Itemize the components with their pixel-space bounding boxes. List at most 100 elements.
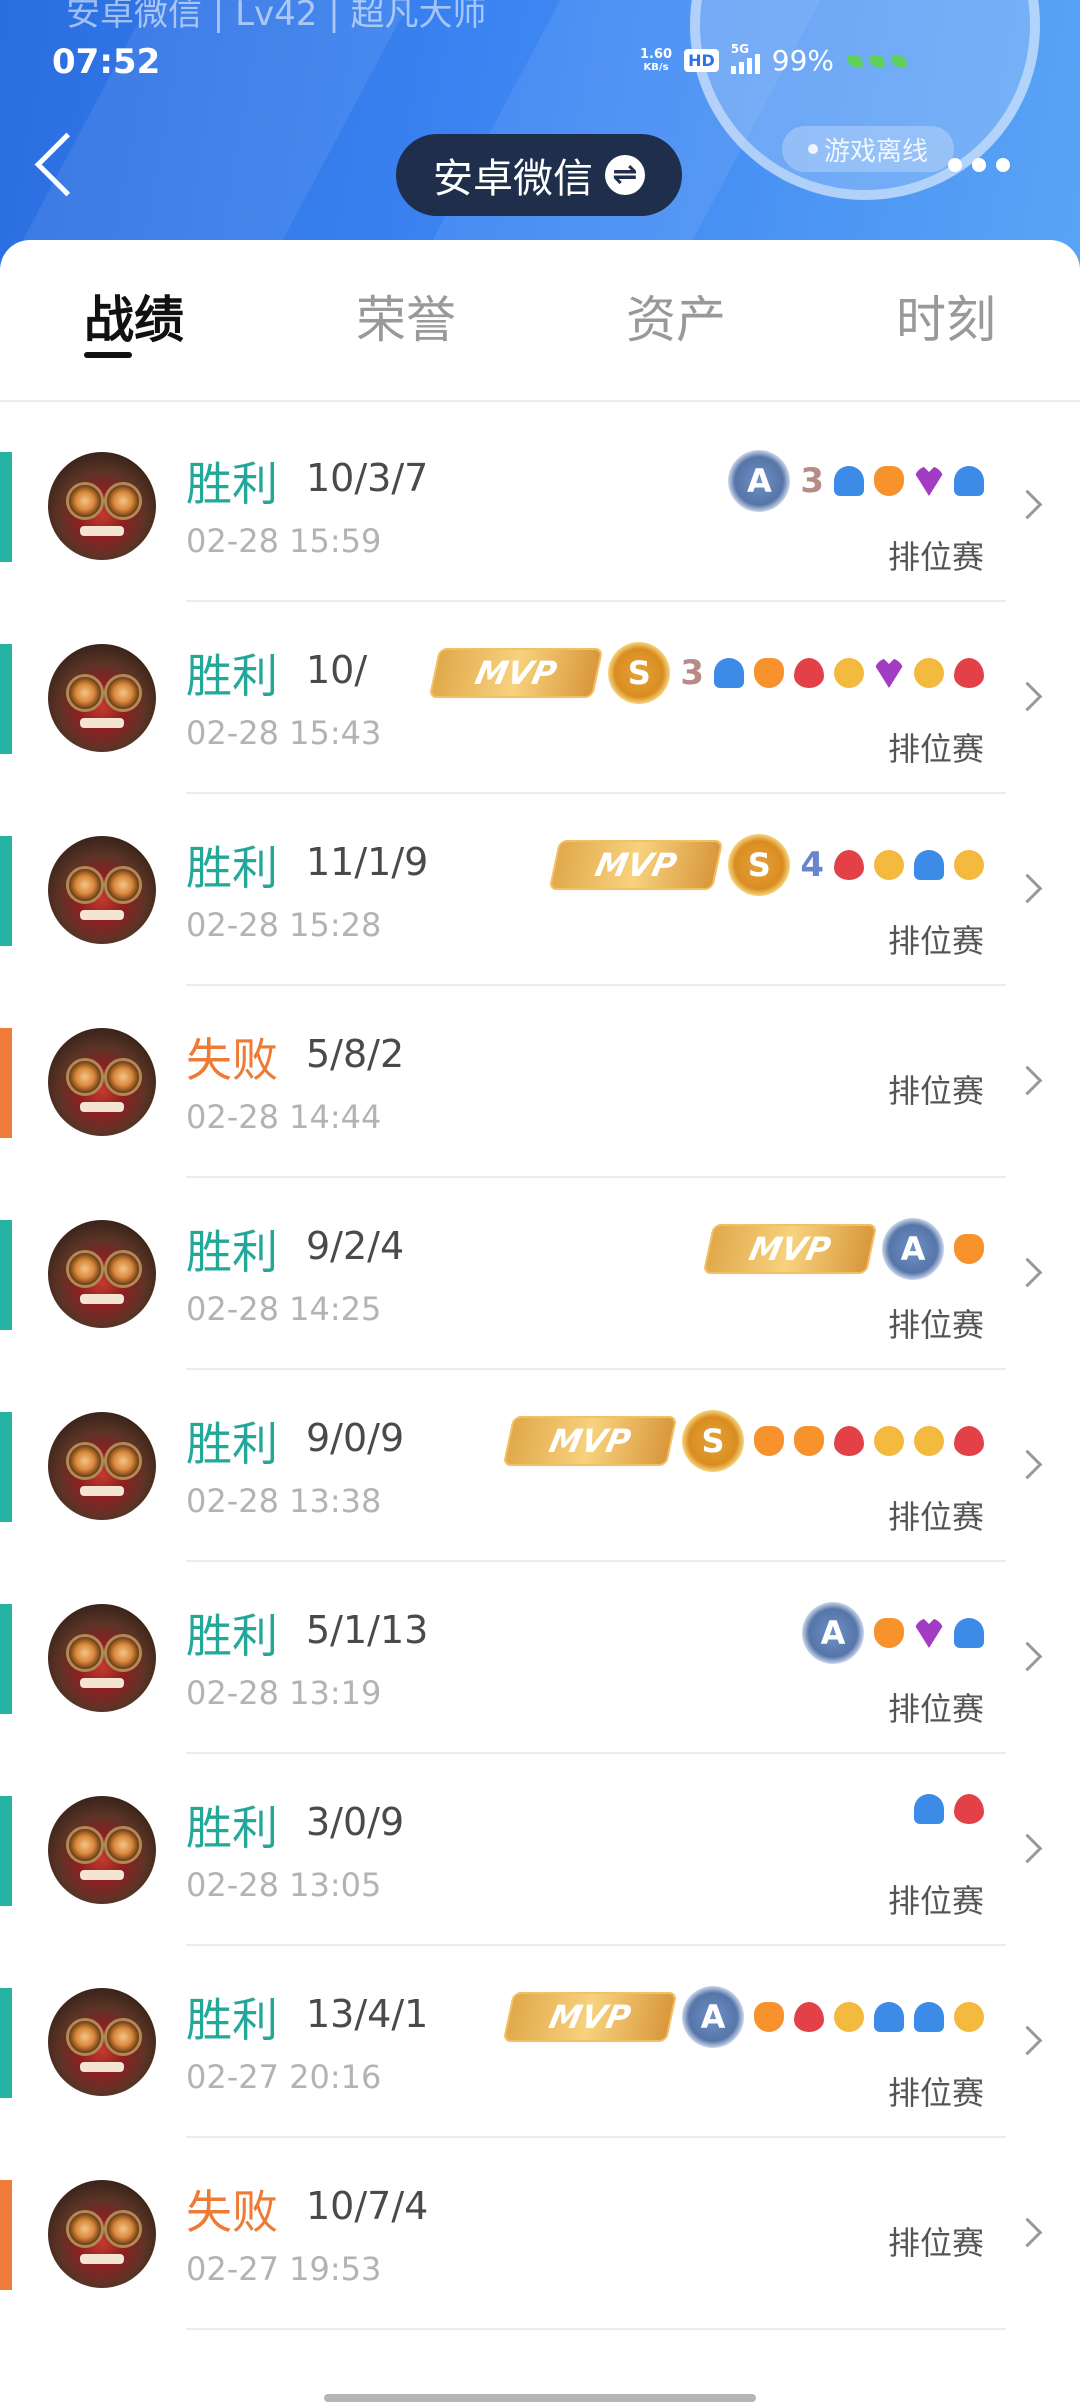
- kda-score: 10/7/4: [306, 2184, 429, 2228]
- kill-streak-3-icon: 3: [800, 461, 824, 501]
- hero-avatar: [48, 1796, 156, 1904]
- match-row[interactable]: 胜利 3/0/9 02-28 13:05 排位赛: [0, 1754, 1080, 1946]
- swap-icon: ⇌: [605, 155, 645, 195]
- medal-s-icon: S: [728, 834, 791, 896]
- account-switch-button[interactable]: 安卓微信 ⇌: [396, 134, 682, 216]
- chevron-right-icon: [1012, 1449, 1043, 1480]
- achievement-blue-icon: [954, 466, 984, 496]
- match-time: 02-27 19:53: [186, 2250, 382, 2288]
- achievement-badges: [914, 1794, 984, 1824]
- result-indicator-bar: [0, 1604, 12, 1714]
- achievement-red-icon: [794, 658, 824, 688]
- achievement-gold-icon: [834, 658, 864, 688]
- match-time: 02-28 15:59: [186, 522, 382, 560]
- mvp-badge: MVP: [429, 648, 604, 698]
- account-name: 安卓微信: [433, 156, 593, 202]
- tab-record[interactable]: 战绩: [84, 280, 184, 352]
- result-indicator-bar: [0, 1412, 12, 1522]
- achievement-orange-icon: [754, 2002, 784, 2032]
- achievement-gold-icon: [874, 850, 904, 880]
- match-time: 02-28 14:25: [186, 1290, 382, 1328]
- match-row[interactable]: 胜利 5/1/13 02-28 13:19 A 排位赛: [0, 1562, 1080, 1754]
- hd-icon: HD: [684, 49, 719, 72]
- chevron-right-icon: [1012, 681, 1043, 712]
- kda-score: 10/: [306, 648, 368, 692]
- tab-bar: 战绩 荣誉 资产 时刻: [0, 240, 1080, 402]
- match-row[interactable]: 胜利 9/2/4 02-28 14:25 MVP A 排位赛: [0, 1178, 1080, 1370]
- kda-score: 5/8/2: [306, 1032, 405, 1076]
- tab-moments[interactable]: 时刻: [896, 280, 996, 352]
- match-mode: 排位赛: [887, 1498, 984, 1536]
- achievement-gold-icon: [954, 850, 984, 880]
- match-result: 胜利: [186, 1417, 278, 1471]
- achievement-gold-icon: [954, 2002, 984, 2032]
- achievement-gold-icon: [874, 1426, 904, 1456]
- match-mode: 排位赛: [887, 1072, 984, 1110]
- battery-leaf-icon: [844, 54, 910, 67]
- achievement-orange-icon: [754, 1426, 784, 1456]
- hero-avatar: [48, 644, 156, 752]
- row-divider: [186, 2328, 1006, 2330]
- hero-avatar: [48, 2180, 156, 2288]
- match-row[interactable]: 胜利 10/02-28 15:43 MVP S 3 排位赛: [0, 602, 1080, 794]
- mvp-badge: MVP: [502, 1992, 678, 2042]
- chevron-right-icon: [1012, 2217, 1043, 2248]
- achievement-badges: MVP S 3: [429, 642, 984, 704]
- network-type: 5G: [730, 41, 749, 56]
- achievement-red-icon: [834, 850, 864, 880]
- hero-avatar: [48, 452, 156, 560]
- status-time: 07:52: [52, 42, 161, 82]
- achievement-blue-icon: [914, 1794, 944, 1824]
- battery-level: 99%: [771, 44, 834, 77]
- kda-score: 11/1/9: [306, 840, 429, 884]
- match-row[interactable]: 胜利 13/4/1 02-27 20:16 MVP A 排位赛: [0, 1946, 1080, 2138]
- achievement-purple-icon: [914, 1618, 944, 1648]
- network-speed-unit: KB/s: [643, 61, 669, 73]
- match-row[interactable]: 胜利 9/0/9 02-28 13:38 MVP S 排位赛: [0, 1370, 1080, 1562]
- match-mode: 排位赛: [887, 1882, 984, 1920]
- kda-score: 9/2/4: [306, 1224, 405, 1268]
- match-result: 胜利: [186, 649, 278, 703]
- game-status-badge: 游戏离线: [782, 126, 954, 172]
- match-mode: 排位赛: [887, 922, 984, 960]
- match-row[interactable]: 失败 10/7/4 02-27 19:53 排位赛: [0, 2138, 1080, 2330]
- result-indicator-bar: [0, 452, 12, 562]
- result-indicator-bar: [0, 1796, 12, 1906]
- achievement-red-icon: [954, 1426, 984, 1456]
- match-row[interactable]: 失败 5/8/2 02-28 14:44 排位赛: [0, 986, 1080, 1178]
- match-mode: 排位赛: [887, 730, 984, 768]
- medal-s-icon: S: [608, 642, 671, 704]
- match-result: 胜利: [186, 1993, 278, 2047]
- result-indicator-bar: [0, 2180, 12, 2290]
- match-row[interactable]: 胜利 11/1/9 02-28 15:28 MVP S 4 排位赛: [0, 794, 1080, 986]
- hero-avatar: [48, 1220, 156, 1328]
- achievement-orange-icon: [754, 658, 784, 688]
- achievement-blue-icon: [954, 1618, 984, 1648]
- medal-a-icon: A: [802, 1602, 864, 1664]
- hero-avatar: [48, 836, 156, 944]
- match-result: 胜利: [186, 457, 278, 511]
- match-result: 胜利: [186, 1225, 278, 1279]
- chevron-right-icon: [1012, 1833, 1043, 1864]
- match-result: 胜利: [186, 1609, 278, 1663]
- achievement-red-icon: [834, 1426, 864, 1456]
- faded-profile-title: 安卓微信 | Lv42 | 超凡大师: [66, 0, 487, 34]
- match-result: 胜利: [186, 1801, 278, 1855]
- achievement-badges: A: [802, 1602, 984, 1664]
- match-mode: 排位赛: [887, 2074, 984, 2112]
- achievement-gold-icon: [834, 2002, 864, 2032]
- hero-avatar: [48, 1412, 156, 1520]
- more-options-icon[interactable]: [948, 158, 1010, 172]
- tab-honor[interactable]: 荣誉: [356, 280, 456, 352]
- result-indicator-bar: [0, 836, 12, 946]
- medal-a-icon: A: [728, 450, 791, 512]
- mvp-badge: MVP: [549, 840, 724, 890]
- tab-assets[interactable]: 资产: [626, 280, 726, 352]
- active-tab-indicator: [84, 352, 132, 358]
- game-status-label: 游戏离线: [823, 136, 928, 167]
- match-row[interactable]: 胜利 10/3/7 02-28 15:59 A 3 排位赛: [0, 410, 1080, 602]
- chevron-right-icon: [1012, 1065, 1043, 1096]
- achievement-orange-icon: [874, 466, 904, 496]
- match-time: 02-27 20:16: [186, 2058, 382, 2096]
- result-indicator-bar: [0, 1028, 12, 1138]
